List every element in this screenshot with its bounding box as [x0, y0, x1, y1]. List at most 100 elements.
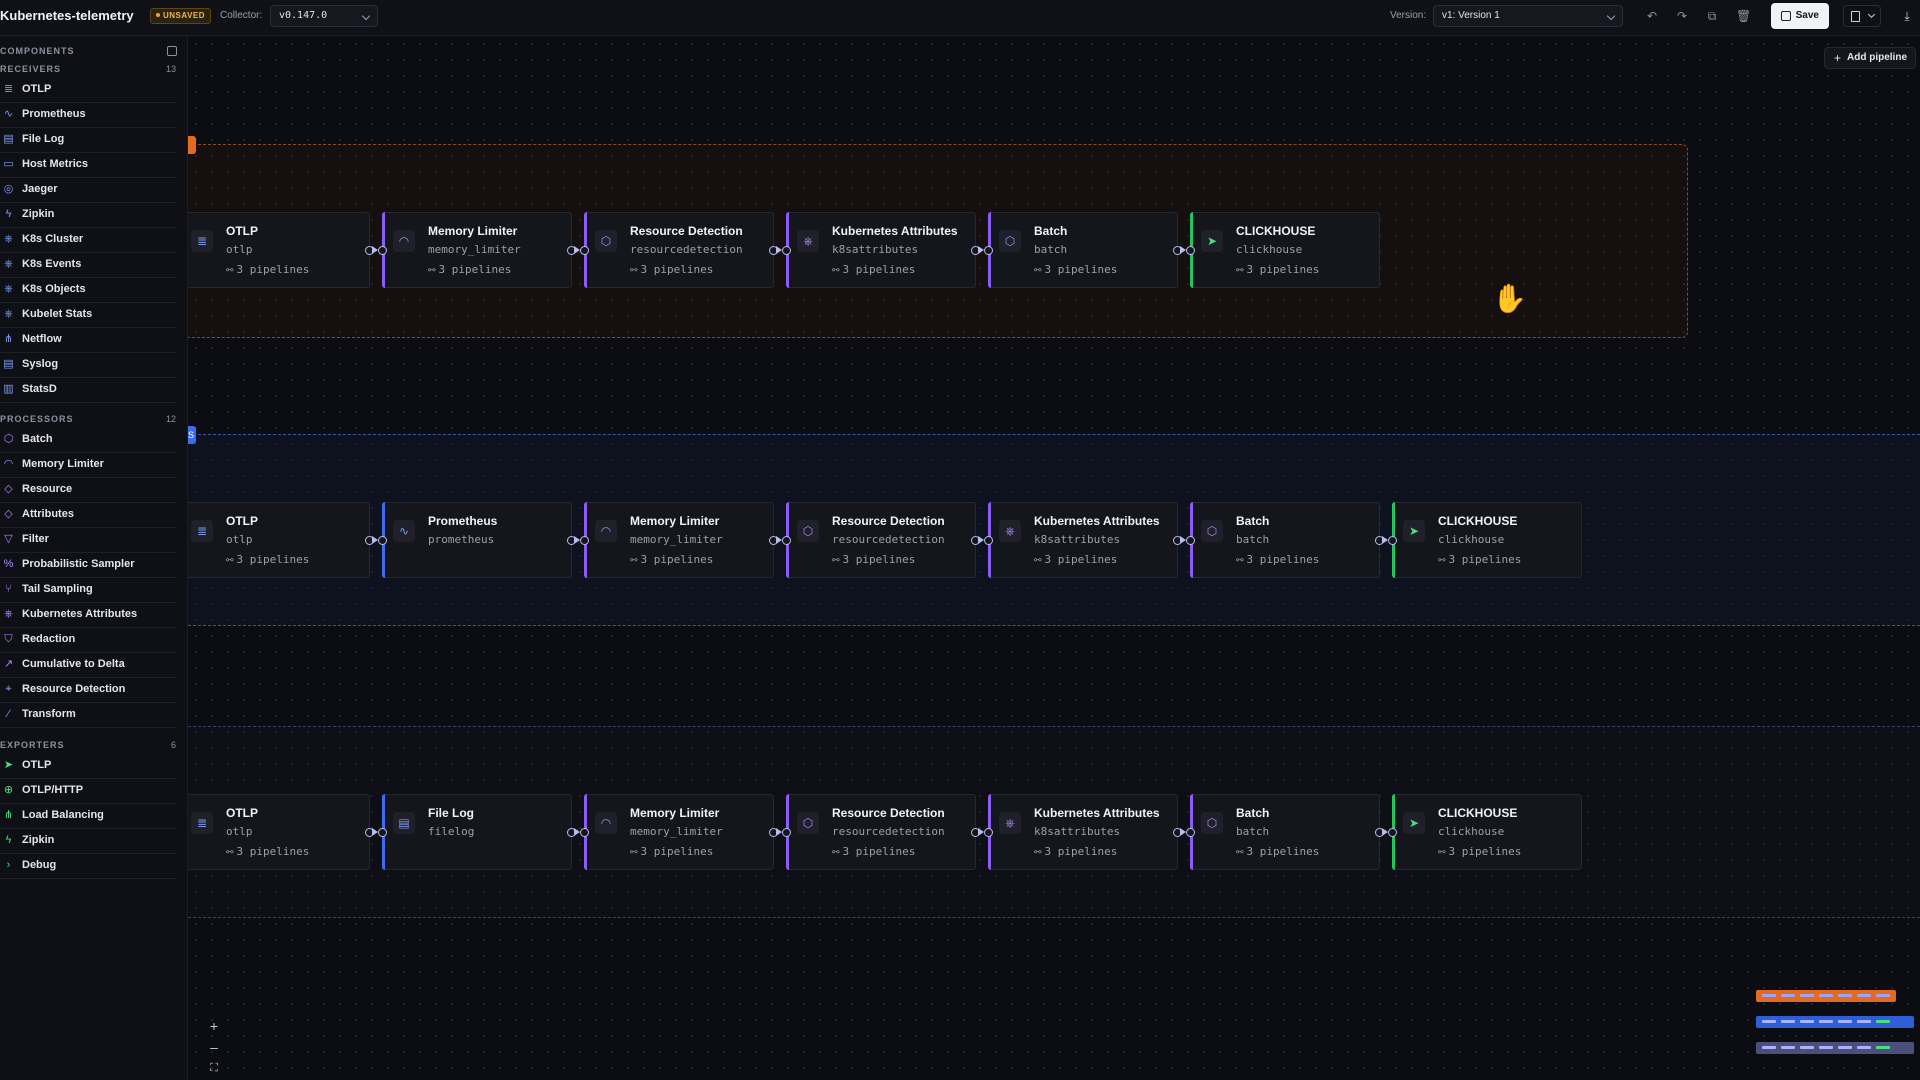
input-port-handle[interactable]	[378, 246, 387, 255]
sidebar-item-batch[interactable]: ⬡ Batch	[0, 426, 176, 453]
edge-connector[interactable]	[1180, 535, 1186, 544]
pipeline-node-clickhouse[interactable]: ➤ CLICKHOUSE clickhouse ⚯ 3 pipelines	[1388, 794, 1582, 870]
pipeline-node-batch[interactable]: ⬡ Batch batch ⚯ 3 pipelines	[984, 212, 1182, 288]
sidebar-item-memory-limiter[interactable]: ◠ Memory Limiter	[0, 451, 176, 478]
pipeline-node-prometheus[interactable]: ∿ Prometheus prometheus	[378, 502, 576, 578]
minimap[interactable]	[1750, 982, 1920, 1080]
sidebar-item-k8s-events[interactable]: ⎈ K8s Events	[0, 251, 176, 278]
add-pipeline-button[interactable]: + Add pipeline	[1824, 47, 1916, 69]
pipeline-node-clickhouse[interactable]: ➤ CLICKHOUSE clickhouse ⚯ 3 pipelines	[1186, 212, 1380, 288]
input-port-handle[interactable]	[1186, 828, 1195, 837]
edge-connector[interactable]	[978, 245, 984, 254]
pipeline-canvas[interactable]: S ≣ OTLP otlp ⚯ 3 pipelines ◠ Memory Limiter me…	[188, 36, 1920, 1080]
edge-connector[interactable]	[978, 535, 984, 544]
fit-view-icon[interactable]: ⛶	[202, 1058, 226, 1078]
edge-connector[interactable]	[1382, 535, 1388, 544]
export-menu-button[interactable]	[1843, 5, 1881, 27]
pipeline-node-otlp[interactable]: ≣ OTLP otlp ⚯ 3 pipelines	[188, 212, 374, 288]
pipeline-node-filelog[interactable]: ▤ File Log filelog	[378, 794, 576, 870]
pipeline-node-otlp[interactable]: ≣ OTLP otlp ⚯ 3 pipelines	[188, 794, 374, 870]
pipeline-node-k8sattributes[interactable]: ⎈ Kubernetes Attributes k8sattributes ⚯ 3 pi…	[984, 502, 1182, 578]
input-port-handle[interactable]	[1388, 828, 1397, 837]
sidebar-item-k8s-cluster[interactable]: ⎈ K8s Cluster	[0, 226, 176, 253]
sidebar-item-kubelet-stats[interactable]: ⎈ Kubelet Stats	[0, 301, 176, 328]
edge-connector[interactable]	[978, 827, 984, 836]
sidebar-item-syslog[interactable]: ▤ Syslog	[0, 351, 176, 378]
sidebar-item-tail-sampling[interactable]: ⑂ Tail Sampling	[0, 576, 176, 603]
edge-connector[interactable]	[574, 827, 580, 836]
pipeline-node-k8sattributes[interactable]: ⎈ Kubernetes Attributes k8sattributes ⚯ 3 pi…	[984, 794, 1182, 870]
pipeline-node-memory-limiter[interactable]: ◠ Memory Limiter memory_limiter ⚯ 3 pipeline…	[580, 502, 778, 578]
edge-connector[interactable]	[1382, 827, 1388, 836]
input-port-handle[interactable]	[378, 828, 387, 837]
edge-connector[interactable]	[776, 827, 782, 836]
sidebar-item-load-balancing[interactable]: ⋔ Load Balancing	[0, 802, 176, 829]
edge-connector[interactable]	[372, 827, 378, 836]
sidebar-item-jaeger[interactable]: ◎ Jaeger	[0, 176, 176, 203]
pipeline-node-otlp[interactable]: ≣ OTLP otlp ⚯ 3 pipelines	[188, 502, 374, 578]
download-icon[interactable]: ⤓	[1900, 9, 1914, 23]
pipeline-node-resourcedetection[interactable]: ⬡ Resource Detection resourcedetection ⚯ 3 p…	[580, 212, 778, 288]
sidebar-item-netflow[interactable]: ⋔ Netflow	[0, 326, 176, 353]
edge-connector[interactable]	[574, 535, 580, 544]
sidebar-item-kubernetes-attributes[interactable]: ⎈ Kubernetes Attributes	[0, 601, 176, 628]
sidebar-item-host-metrics[interactable]: ▭ Host Metrics	[0, 151, 176, 178]
panel-collapse-icon[interactable]	[167, 46, 177, 56]
pipeline-node-clickhouse[interactable]: ➤ CLICKHOUSE clickhouse ⚯ 3 pipelines	[1388, 502, 1582, 578]
save-button[interactable]: Save	[1771, 3, 1829, 29]
edge-connector[interactable]	[776, 535, 782, 544]
sidebar-item-zipkin[interactable]: ϟ Zipkin	[0, 201, 176, 228]
collector-version-select[interactable]: v0.147.0	[270, 5, 378, 27]
pipeline-node-k8sattributes[interactable]: ⎈ Kubernetes Attributes k8sattributes ⚯ 3 pi…	[782, 212, 980, 288]
sidebar-item-prometheus[interactable]: ∿ Prometheus	[0, 101, 176, 128]
zoom-out-icon[interactable]: –	[202, 1037, 226, 1057]
sidebar-item-otlp[interactable]: ➤ OTLP	[0, 752, 176, 779]
edge-connector[interactable]	[372, 245, 378, 254]
pipeline-node-resourcedetection[interactable]: ⬡ Resource Detection resourcedetection ⚯ 3 p…	[782, 502, 980, 578]
input-port-handle[interactable]	[984, 536, 993, 545]
sidebar-item-zipkin[interactable]: ϟ Zipkin	[0, 827, 176, 854]
input-port-handle[interactable]	[580, 246, 589, 255]
undo-icon[interactable]: ↶	[1645, 9, 1659, 23]
pipeline-node-resourcedetection[interactable]: ⬡ Resource Detection resourcedetection ⚯ 3 p…	[782, 794, 980, 870]
input-port-handle[interactable]	[1186, 246, 1195, 255]
sidebar-item-resource[interactable]: ◇ Resource	[0, 476, 176, 503]
edge-connector[interactable]	[776, 245, 782, 254]
input-port-handle[interactable]	[580, 536, 589, 545]
pipeline-node-memory-limiter[interactable]: ◠ Memory Limiter memory_limiter ⚯ 3 pipeline…	[378, 212, 576, 288]
edge-connector[interactable]	[372, 535, 378, 544]
redo-icon[interactable]: ↷	[1675, 9, 1689, 23]
pipeline-node-memory-limiter[interactable]: ◠ Memory Limiter memory_limiter ⚯ 3 pipeline…	[580, 794, 778, 870]
sidebar-item-otlp-http[interactable]: ⊕ OTLP/HTTP	[0, 777, 176, 804]
sidebar-item-otlp[interactable]: ≣ OTLP	[0, 76, 176, 103]
sidebar-item-filter[interactable]: ▽ Filter	[0, 526, 176, 553]
input-port-handle[interactable]	[984, 246, 993, 255]
edge-connector[interactable]	[574, 245, 580, 254]
pipeline-node-batch[interactable]: ⬡ Batch batch ⚯ 3 pipelines	[1186, 794, 1384, 870]
duplicate-icon[interactable]: ⧉	[1705, 9, 1719, 23]
sidebar-item-redaction[interactable]: ⛉ Redaction	[0, 626, 176, 653]
sidebar-item-file-log[interactable]: ▤ File Log	[0, 126, 176, 153]
sidebar-item-resource-detection[interactable]: ⌖ Resource Detection	[0, 676, 176, 703]
version-select[interactable]: v1: Version 1	[1433, 5, 1623, 27]
sidebar-item-probabilistic-sampler[interactable]: % Probabilistic Sampler	[0, 551, 176, 578]
pipeline-node-batch[interactable]: ⬡ Batch batch ⚯ 3 pipelines	[1186, 502, 1384, 578]
edge-connector[interactable]	[1180, 827, 1186, 836]
input-port-handle[interactable]	[984, 828, 993, 837]
trash-icon[interactable]: 🗑	[1736, 9, 1751, 23]
sidebar-item-k8s-objects[interactable]: ⎈ K8s Objects	[0, 276, 176, 303]
input-port-handle[interactable]	[1388, 536, 1397, 545]
edge-connector[interactable]	[1180, 245, 1186, 254]
input-port-handle[interactable]	[782, 828, 791, 837]
pipeline-tag[interactable]	[188, 136, 196, 154]
input-port-handle[interactable]	[782, 246, 791, 255]
sidebar-item-attributes[interactable]: ◇ Attributes	[0, 501, 176, 528]
input-port-handle[interactable]	[378, 536, 387, 545]
input-port-handle[interactable]	[1186, 536, 1195, 545]
sidebar-item-statsd[interactable]: ▥ StatsD	[0, 376, 176, 403]
sidebar-item-transform[interactable]: ⁄ Transform	[0, 701, 176, 728]
pipeline-tag[interactable]: S	[188, 426, 196, 444]
input-port-handle[interactable]	[782, 536, 791, 545]
zoom-in-icon[interactable]: +	[202, 1016, 226, 1036]
sidebar-item-debug[interactable]: › Debug	[0, 852, 176, 879]
